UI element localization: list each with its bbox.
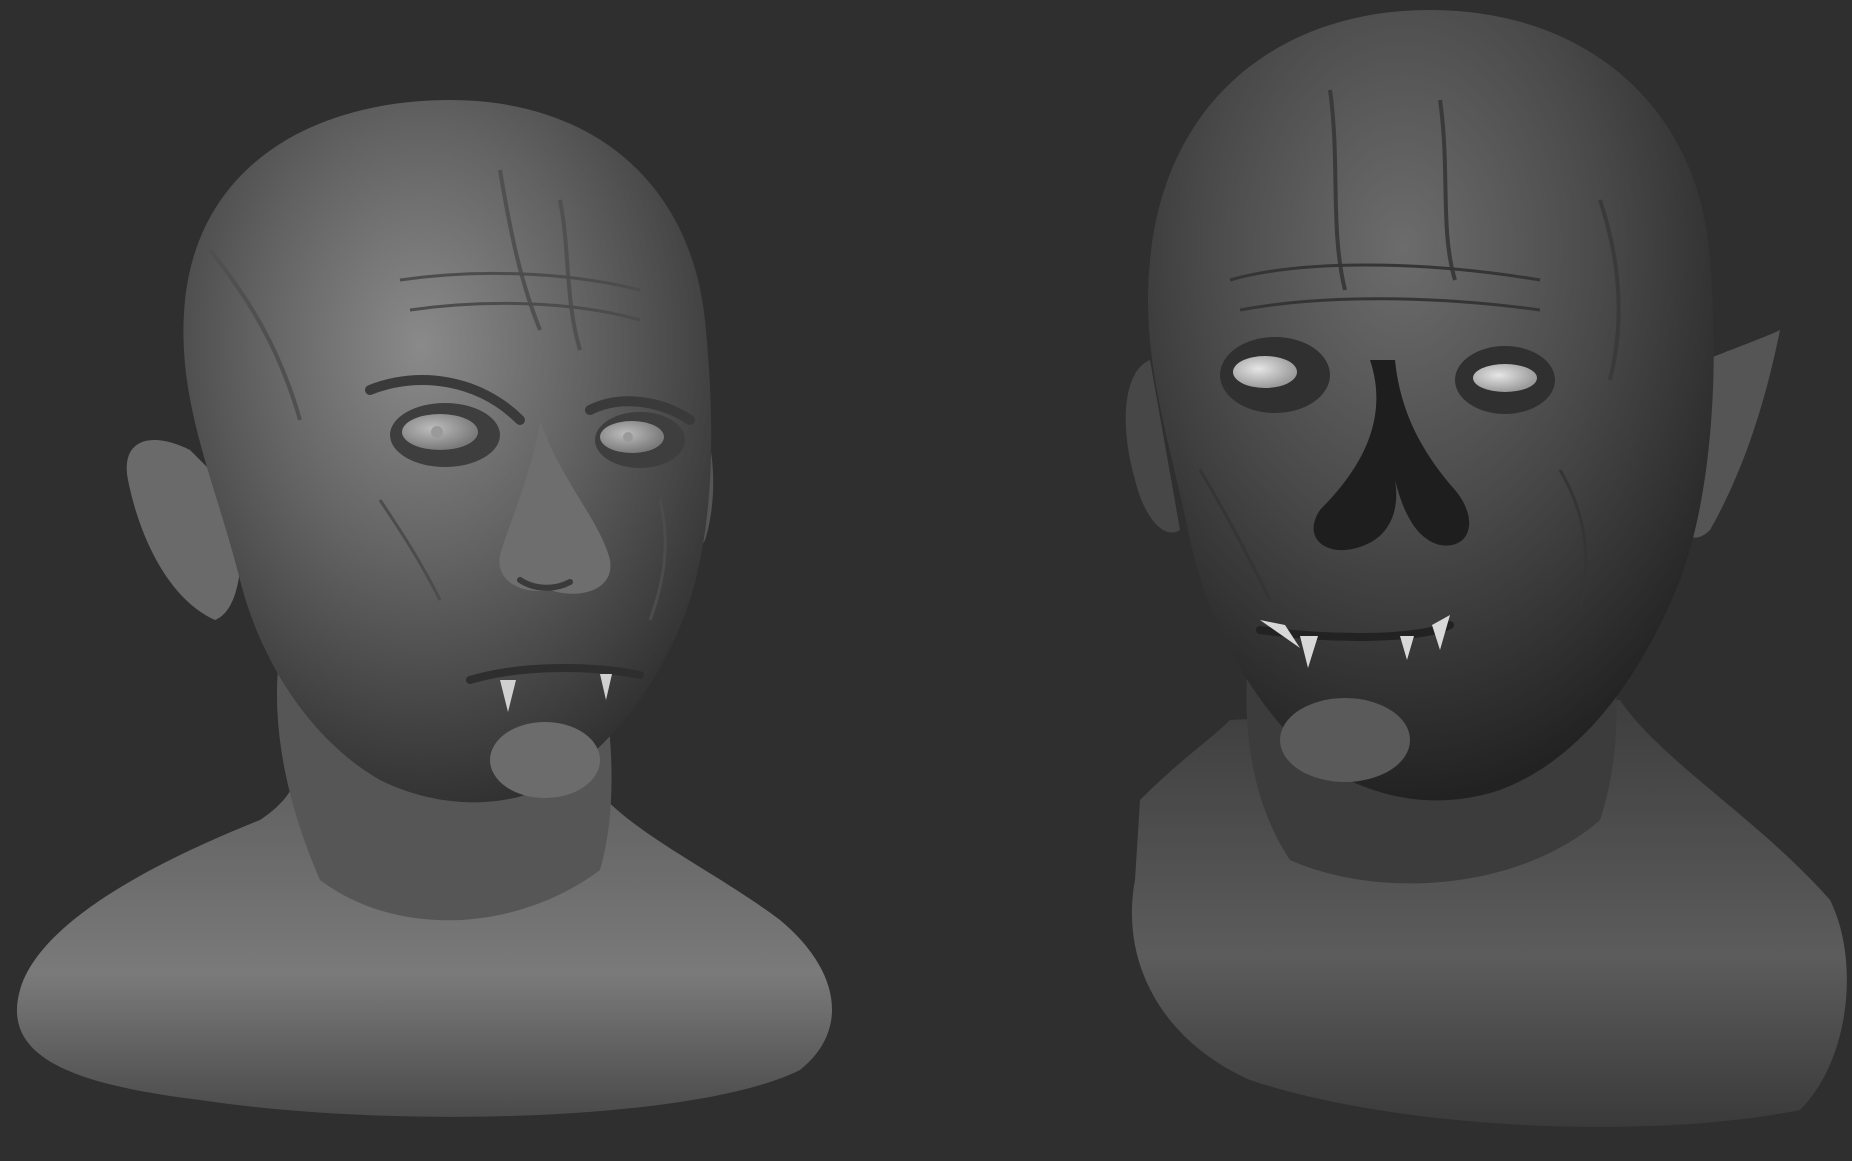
left-pupil-2: [623, 432, 633, 442]
right-vampire-bust: [1125, 10, 1847, 1127]
right-head: [1148, 10, 1714, 801]
left-pupil: [431, 426, 443, 438]
right-blank-eye-2: [1473, 364, 1537, 392]
right-chin: [1280, 698, 1410, 782]
sculpt-render: [16, 10, 1847, 1127]
right-blank-eye: [1233, 356, 1297, 388]
sculpt-viewport: [0, 0, 1852, 1161]
left-vampire-bust: [16, 100, 833, 1117]
left-chin: [490, 722, 600, 798]
